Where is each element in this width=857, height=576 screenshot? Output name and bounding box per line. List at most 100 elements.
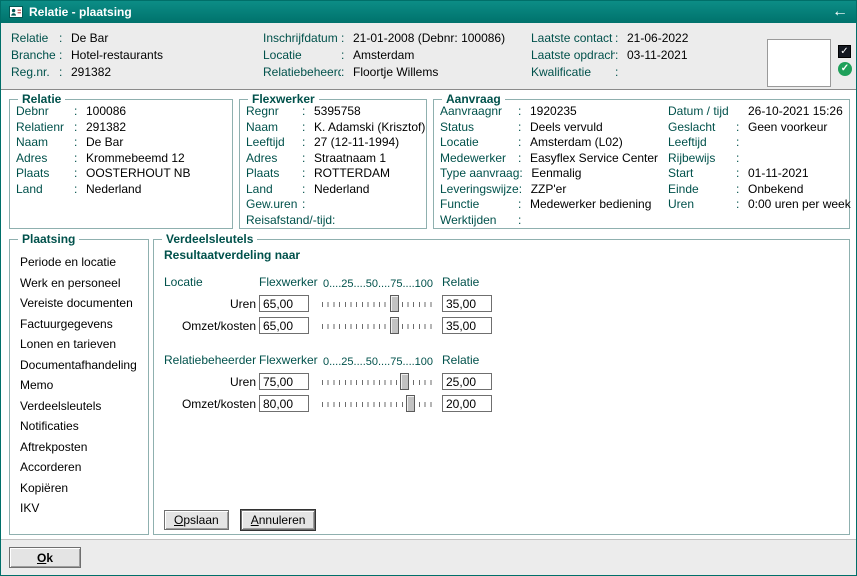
slider-handle[interactable] bbox=[400, 373, 409, 390]
header-field-label: Laatste contact bbox=[531, 30, 615, 47]
header-row: Kwalificatie: bbox=[531, 64, 688, 81]
flexwerker-fields: Regnr:5395758Naam:K. Adamski (Krisztof)L… bbox=[246, 104, 425, 228]
field-label: Debnr bbox=[16, 104, 74, 120]
menu-item-kopi-ren[interactable]: Kopiëren bbox=[20, 478, 144, 499]
verdeel-row-label: Uren bbox=[164, 373, 256, 392]
menu-item-vereiste-documenten[interactable]: Vereiste documenten bbox=[20, 293, 144, 314]
plaatsing-groupbox-title: Plaatsing bbox=[18, 232, 79, 246]
slider-ticks bbox=[322, 380, 434, 385]
slider-handle[interactable] bbox=[390, 295, 399, 312]
header-row: Laatste contact:21-06-2022 bbox=[531, 30, 688, 47]
colon: : bbox=[302, 166, 312, 182]
percentage-slider[interactable] bbox=[320, 295, 436, 312]
relatie-percentage-input[interactable] bbox=[442, 295, 492, 312]
column-header-flexwerker: Flexwerker bbox=[259, 274, 318, 291]
flexwerker-percentage-input[interactable] bbox=[259, 295, 309, 312]
menu-item-documentafhandeling[interactable]: Documentafhandeling bbox=[20, 355, 144, 376]
header-field-label: Locatie bbox=[263, 47, 341, 64]
opslaan-button[interactable]: Opslaan bbox=[164, 510, 229, 530]
field-label: Regnr bbox=[246, 104, 302, 120]
menu-item-verdeelsleutels[interactable]: Verdeelsleutels bbox=[20, 396, 144, 417]
header-field-label: Relatie bbox=[11, 30, 59, 47]
status-checkbox[interactable]: ✓ bbox=[838, 45, 851, 58]
aanvraag-fields-left: Aanvraagnr:1920235Status:Deels vervuldLo… bbox=[440, 104, 658, 228]
percentage-slider[interactable] bbox=[320, 395, 436, 412]
section-name: Relatiebeheerder bbox=[164, 352, 256, 369]
field-label: Naam bbox=[246, 120, 302, 136]
verdeel-section-header: RelatiebeheerderFlexwerker0....25....50.… bbox=[164, 352, 509, 371]
header-field-value: 21-01-2008 (Debnr: 100086) bbox=[353, 30, 505, 47]
header-row: Reg.nr.:291382 bbox=[11, 64, 163, 81]
colon: : bbox=[302, 151, 312, 167]
menu-item-factuurgegevens[interactable]: Factuurgegevens bbox=[20, 314, 144, 335]
column-header-relatie: Relatie bbox=[442, 352, 479, 369]
relatie-percentage-input[interactable] bbox=[442, 395, 492, 412]
field-value: De Bar bbox=[86, 135, 123, 151]
relatie-percentage-input[interactable] bbox=[442, 373, 492, 390]
relatie-row: Naam:De Bar bbox=[16, 135, 190, 151]
menu-item-aftrekposten[interactable]: Aftrekposten bbox=[20, 437, 144, 458]
menu-item-memo[interactable]: Memo bbox=[20, 375, 144, 396]
relatie-percentage-input[interactable] bbox=[442, 317, 492, 334]
colon: : bbox=[332, 213, 342, 229]
field-label: Adres bbox=[246, 151, 302, 167]
footer-bar: Ok bbox=[1, 539, 856, 575]
colon: : bbox=[341, 64, 351, 81]
field-label: Naam bbox=[16, 135, 74, 151]
flexwerker-row: Leeftijd:27 (12-11-1994) bbox=[246, 135, 425, 151]
flexwerker-percentage-input[interactable] bbox=[259, 395, 309, 412]
colon: : bbox=[736, 166, 746, 182]
percentage-slider[interactable] bbox=[320, 373, 436, 390]
column-header-relatie: Relatie bbox=[442, 274, 479, 291]
slider-handle[interactable] bbox=[406, 395, 415, 412]
back-arrow-button[interactable]: ← bbox=[832, 4, 848, 20]
flexwerker-groupbox: Flexwerker Regnr:5395758Naam:K. Adamski … bbox=[239, 99, 427, 229]
menu-item-lonen-en-tarieven[interactable]: Lonen en tarieven bbox=[20, 334, 144, 355]
flexwerker-row: Reisafstand/-tijd: bbox=[246, 213, 425, 229]
flexwerker-percentage-input[interactable] bbox=[259, 317, 309, 334]
window-title: Relatie - plaatsing bbox=[29, 5, 132, 19]
colon: : bbox=[341, 30, 351, 47]
menu-item-accorderen[interactable]: Accorderen bbox=[20, 457, 144, 478]
aanvraag-row: Status:Deels vervuld bbox=[440, 120, 658, 136]
field-value: Geen voorkeur bbox=[748, 120, 827, 136]
relatie-row: Land:Nederland bbox=[16, 182, 190, 198]
aanvraag-row: Werktijden: bbox=[440, 213, 658, 229]
ok-button[interactable]: Ok bbox=[9, 547, 81, 568]
menu-item-ikv[interactable]: IKV bbox=[20, 498, 144, 519]
relatie-row: Plaats:OOSTERHOUT NB bbox=[16, 166, 190, 182]
header-field-value: 03-11-2021 bbox=[627, 47, 688, 64]
flexwerker-row: Plaats:ROTTERDAM bbox=[246, 166, 425, 182]
field-value: OOSTERHOUT NB bbox=[86, 166, 190, 182]
slider-scale-header: 0....25....50....75....100 bbox=[318, 276, 438, 293]
flexwerker-percentage-input[interactable] bbox=[259, 373, 309, 390]
flexwerker-row: Gew.uren: bbox=[246, 197, 425, 213]
colon: : bbox=[74, 151, 84, 167]
percentage-slider[interactable] bbox=[320, 317, 436, 334]
relatie-groupbox: Relatie Debnr:100086Relatienr:291382Naam… bbox=[9, 99, 233, 229]
field-label: Functie bbox=[440, 197, 518, 213]
section-name: Locatie bbox=[164, 274, 203, 291]
menu-item-notificaties[interactable]: Notificaties bbox=[20, 416, 144, 437]
field-label: Werktijden bbox=[440, 213, 518, 229]
header-column-inschrijving: Inschrijfdatum:21-01-2008 (Debnr: 100086… bbox=[263, 30, 505, 81]
aanvraag-row: Start:01-11-2021 bbox=[668, 166, 851, 182]
header-row: Locatie:Amsterdam bbox=[263, 47, 505, 64]
field-value: Deels vervuld bbox=[530, 120, 603, 136]
field-value: 27 (12-11-1994) bbox=[314, 135, 399, 151]
slider-handle[interactable] bbox=[390, 317, 399, 334]
relatie-row: Relatienr:291382 bbox=[16, 120, 190, 136]
annuleren-button[interactable]: Annuleren bbox=[241, 510, 316, 530]
menu-item-werk-en-personeel[interactable]: Werk en personeel bbox=[20, 273, 144, 294]
relatie-fields: Debnr:100086Relatienr:291382Naam:De BarA… bbox=[16, 104, 190, 197]
field-value: 26-10-2021 15:26 bbox=[748, 104, 843, 120]
menu-item-periode-en-locatie[interactable]: Periode en locatie bbox=[20, 252, 144, 273]
colon: : bbox=[518, 197, 528, 213]
field-value: Medewerker bediening bbox=[530, 197, 651, 213]
field-label: Relatienr bbox=[16, 120, 74, 136]
colon: : bbox=[302, 104, 312, 120]
verdeel-row: Omzet/kosten bbox=[164, 395, 509, 414]
field-value: ZZP'er bbox=[531, 182, 567, 198]
aanvraag-row: Locatie:Amsterdam (L02) bbox=[440, 135, 658, 151]
header-field-value: Amsterdam bbox=[353, 47, 414, 64]
